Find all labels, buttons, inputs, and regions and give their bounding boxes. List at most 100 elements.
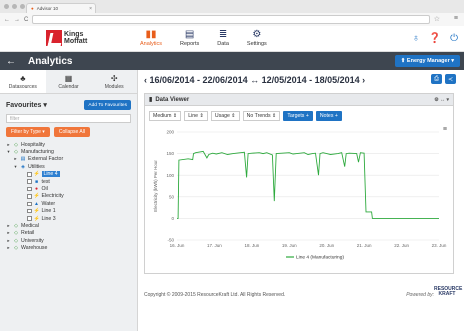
- expand-toggle-icon[interactable]: ▸: [6, 142, 11, 148]
- tree-node[interactable]: ▸ ◇ Hospitality: [6, 141, 131, 148]
- tree-checkbox[interactable]: [27, 172, 32, 177]
- tab-close-icon[interactable]: ×: [89, 6, 92, 12]
- expand-toggle-icon[interactable]: ▸: [13, 156, 18, 162]
- tree-node-label: Electricity: [41, 193, 64, 200]
- favourites-dropdown[interactable]: Favourites ▾: [6, 101, 47, 109]
- targets-button[interactable]: Targets +: [283, 111, 313, 121]
- bookmark-star-icon[interactable]: ☆: [434, 15, 440, 23]
- date-actions: ⎙ ≺: [431, 74, 456, 84]
- date-range-navigator[interactable]: ‹ 16/06/2014 - 22/06/2014 ↔ 12/05/2014 -…: [144, 75, 365, 85]
- tree-checkbox[interactable]: [27, 216, 32, 221]
- y-tick-label: 100: [166, 173, 174, 178]
- tree-node[interactable]: ⚡ Line 3: [6, 215, 131, 222]
- browser-tab[interactable]: ● Advisor 10 ×: [26, 3, 96, 13]
- tree-checkbox[interactable]: [27, 201, 32, 207]
- tab-datasources[interactable]: ♣ Datasources: [0, 70, 46, 93]
- tree-node-label: Hospitality: [21, 141, 45, 148]
- sidebar: ♣ Datasources ▦ Calendar ✣ Modules Favou…: [0, 70, 138, 331]
- nav-settings[interactable]: ⚙ Settings: [247, 29, 267, 47]
- browser-menu-icon[interactable]: ≡: [454, 15, 458, 22]
- tree-checkbox[interactable]: [27, 208, 32, 214]
- back-icon[interactable]: ←: [6, 56, 16, 67]
- chart-controls: Medium ⇕ Line ⇕ Usage ⇕ No Trends ⇕ Targ…: [145, 106, 453, 126]
- panel-tools[interactable]: ⚙ ↔ ▾: [434, 97, 449, 103]
- tree-node[interactable]: ⚡ Line 1: [6, 208, 131, 215]
- expand-toggle-icon[interactable]: ▾: [6, 149, 11, 155]
- notes-button[interactable]: Notes +: [315, 111, 342, 121]
- expand-toggle-icon[interactable]: ▸: [6, 230, 11, 236]
- node-type-icon: ◈: [21, 163, 25, 170]
- node-type-icon: ◇: [14, 222, 18, 229]
- gears-icon: ⚙: [252, 29, 262, 40]
- x-tick-label: 16. Jun: [170, 243, 185, 248]
- tab-calendar[interactable]: ▦ Calendar: [46, 70, 92, 93]
- tree-node[interactable]: ⚡ Electricity: [6, 193, 131, 200]
- node-type-icon: ◇: [14, 141, 18, 148]
- collapse-all-button[interactable]: Collapse All: [53, 127, 90, 137]
- maximize-window-icon[interactable]: [20, 4, 25, 9]
- tree-node-label: External Factor: [28, 156, 64, 163]
- brand-logo[interactable]: Kings Moffatt: [46, 30, 87, 46]
- lightbulb-icon[interactable]: ♁: [412, 33, 420, 44]
- expand-toggle-icon[interactable]: ▸: [6, 238, 11, 244]
- tree-node[interactable]: ⚡ Line 4: [6, 171, 131, 178]
- close-window-icon[interactable]: [4, 4, 9, 9]
- back-arrow-icon[interactable]: ←: [4, 17, 10, 23]
- nav-analytics[interactable]: ▮▮ Analytics: [140, 29, 162, 47]
- nav-reports[interactable]: ▤ Reports: [180, 29, 199, 47]
- node-type-icon: ⚡: [33, 193, 40, 200]
- tree-node[interactable]: ▸ ◇ Retail: [6, 230, 131, 237]
- node-type-icon: ◇: [14, 230, 18, 237]
- tree-node[interactable]: ▸ ◇ Warehouse: [6, 244, 131, 251]
- tree-node-label: test: [41, 178, 50, 185]
- minimize-window-icon[interactable]: [12, 4, 17, 9]
- chart-icon: ▮: [149, 97, 153, 103]
- filter-input[interactable]: filter: [6, 114, 131, 123]
- tree-node[interactable]: ▸ ◇ University: [6, 237, 131, 244]
- panel-title: Data Viewer: [155, 96, 190, 103]
- node-type-icon: ●: [34, 186, 39, 193]
- tree-node[interactable]: ▲ Water: [6, 200, 131, 207]
- trends-select[interactable]: No Trends ⇕: [242, 111, 281, 121]
- expand-toggle-icon[interactable]: ▸: [6, 245, 11, 251]
- tree-node[interactable]: ▸ ▤ External Factor: [6, 156, 131, 163]
- powered-by: Powered by:: [406, 292, 434, 298]
- print-button[interactable]: ⎙: [431, 74, 442, 84]
- share-button[interactable]: ≺: [445, 74, 456, 84]
- expand-toggle-icon[interactable]: ▸: [6, 223, 11, 229]
- browser-chrome: ● Advisor 10 × ← → C ☆ ≡: [0, 0, 464, 26]
- node-type-icon: ⚡: [33, 208, 40, 215]
- data-viewer-panel: ▮ Data Viewer ⚙ ↔ ▾ Medium ⇕ Line ⇕ Usag…: [144, 93, 454, 274]
- y-axis-label: Electricity (kWh) Per Hour: [153, 160, 158, 212]
- tree-node-label: Utilities: [28, 163, 45, 170]
- chart-type-select[interactable]: Line ⇕: [184, 111, 208, 121]
- tree-checkbox[interactable]: [27, 179, 32, 184]
- forward-arrow-icon[interactable]: →: [14, 17, 20, 23]
- energy-manager-button[interactable]: ⬆ Energy Manager ▾: [394, 55, 460, 67]
- tree-checkbox[interactable]: [27, 186, 32, 192]
- sidebar-tabs: ♣ Datasources ▦ Calendar ✣ Modules: [0, 70, 137, 94]
- legend-label: Line 4 (Manufacturing): [296, 255, 344, 261]
- tree-node[interactable]: ▸ ◇ Medical: [6, 222, 131, 229]
- add-to-favourites-button[interactable]: Add To Favourites: [84, 100, 131, 110]
- database-icon: ≣: [218, 29, 228, 40]
- tree-checkbox[interactable]: [27, 194, 32, 199]
- x-tick-label: 21. Jun: [357, 243, 372, 248]
- tree-node-label: University: [21, 237, 44, 244]
- address-bar[interactable]: [32, 15, 430, 24]
- tree-node[interactable]: ● Oil: [6, 185, 131, 192]
- nav-data[interactable]: ≣ Data: [217, 29, 229, 47]
- resolution-select[interactable]: Medium ⇕: [149, 111, 182, 121]
- tree-node[interactable]: ▾ ◈ Utilities: [6, 163, 131, 170]
- tree-node[interactable]: ▾ ◇ Manufacturing: [6, 148, 131, 155]
- reload-icon[interactable]: C: [24, 17, 28, 23]
- power-icon[interactable]: ⏻: [450, 33, 458, 44]
- measure-select[interactable]: Usage ⇕: [210, 111, 240, 121]
- app-header: Kings Moffatt ▮▮ Analytics ▤ Reports ≣ D…: [0, 26, 464, 52]
- help-icon[interactable]: ❓: [429, 33, 441, 44]
- tree-node[interactable]: ■ test: [6, 178, 131, 185]
- tab-modules[interactable]: ✣ Modules: [91, 70, 137, 93]
- brand-name: Kings Moffatt: [64, 31, 88, 45]
- filter-by-type-button[interactable]: Filter by Type ▾: [6, 127, 50, 137]
- expand-toggle-icon[interactable]: ▾: [13, 164, 18, 170]
